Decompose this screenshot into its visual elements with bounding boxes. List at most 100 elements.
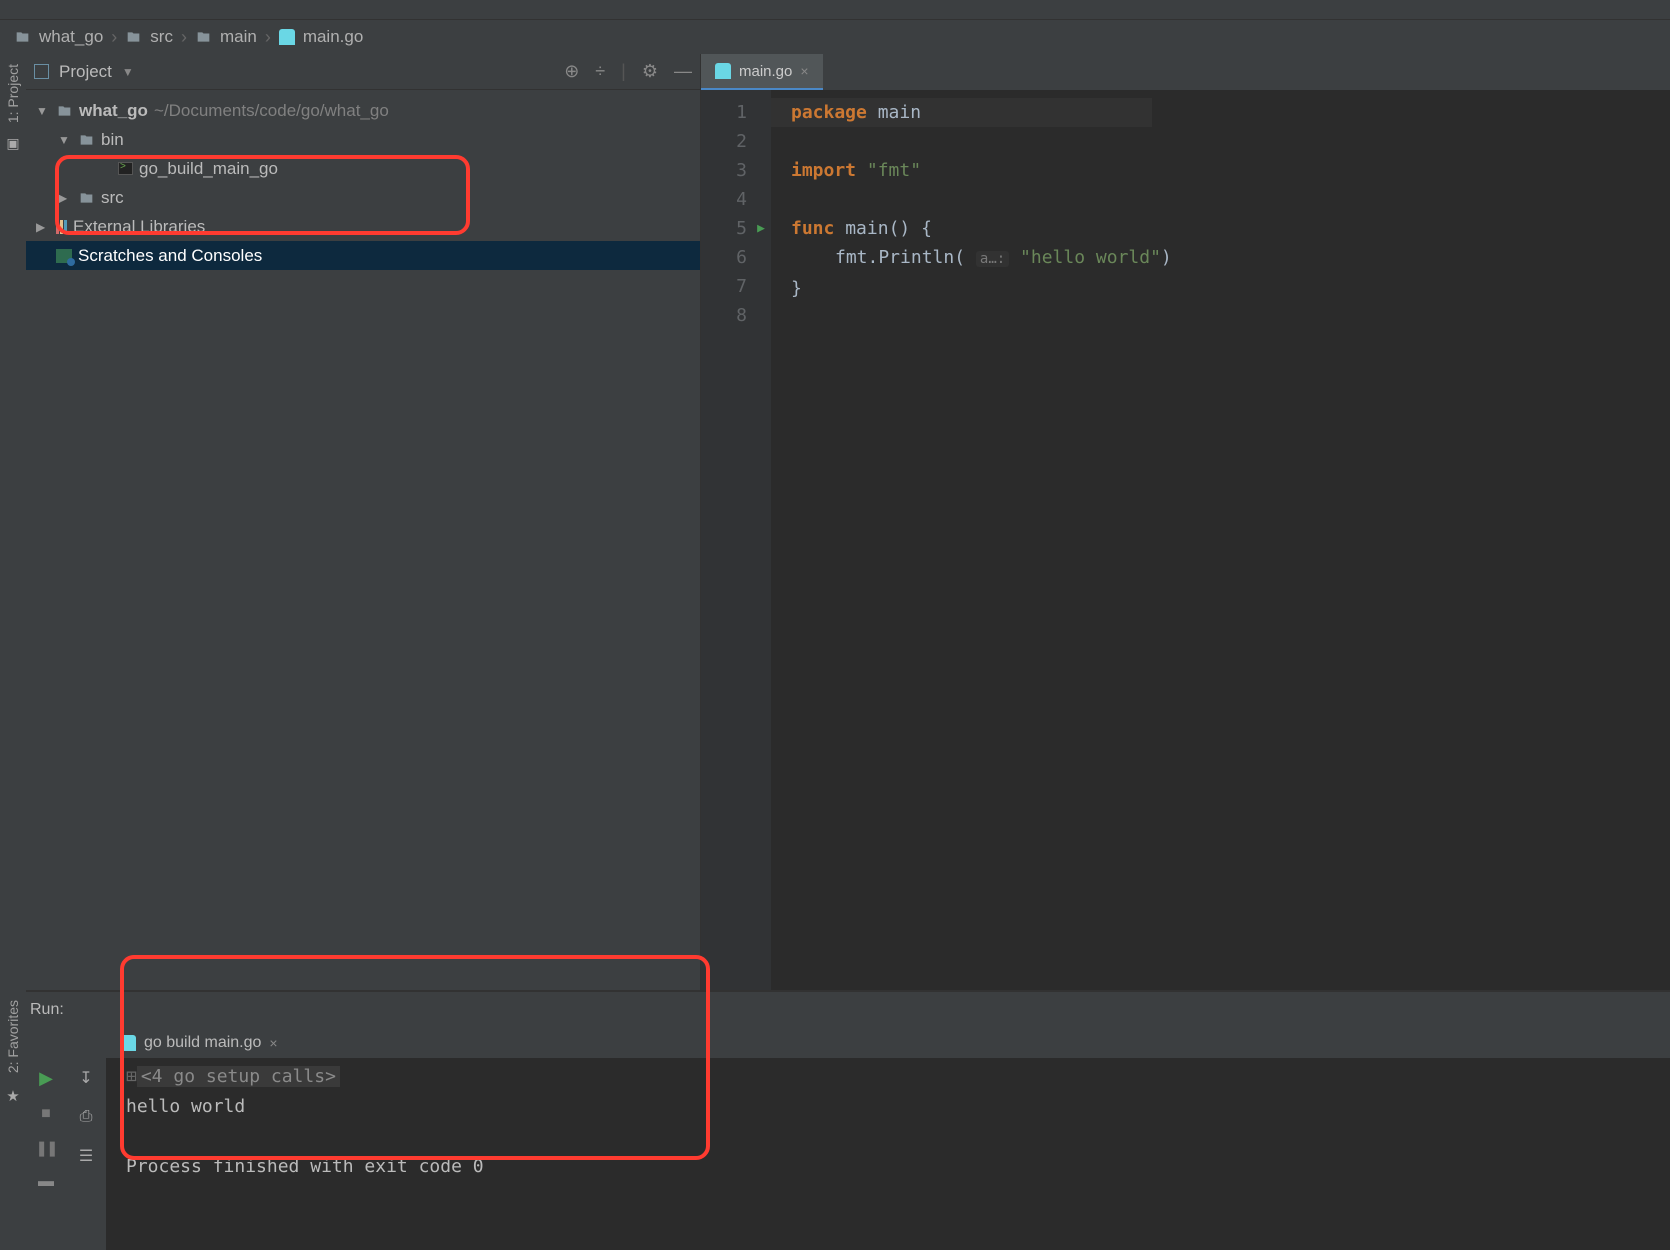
toolbar <box>0 0 1670 20</box>
line-number: 2 <box>701 127 747 156</box>
folder-icon <box>56 104 73 118</box>
run-label: Run: <box>30 1001 64 1019</box>
run-controls: ▶ ■ ❚❚ ▬ <box>26 1028 66 1250</box>
folder-icon <box>195 30 212 44</box>
src-folder-name: src <box>101 188 124 208</box>
editor-body[interactable]: 1 2 3 4 5 6 7 8 package main import "fmt… <box>701 90 1670 990</box>
project-header-title[interactable]: Project <box>59 62 112 82</box>
expand-arrow-icon[interactable]: ▶ <box>58 191 72 205</box>
run-tab[interactable]: go build main.go × <box>112 1034 286 1052</box>
project-icon <box>34 64 49 79</box>
code-area[interactable]: package main import "fmt" func main() { … <box>771 90 1172 990</box>
console-exit: Process finished with exit code 0 <box>126 1152 1670 1182</box>
rerun-icon[interactable]: ▶ <box>39 1068 53 1089</box>
chevron-icon: › <box>181 27 187 48</box>
fn-main: main <box>845 218 888 239</box>
binary-icon <box>118 162 133 175</box>
chevron-icon: › <box>111 27 117 48</box>
project-tool-button[interactable]: 1: Project <box>5 64 21 123</box>
paren: () { <box>889 218 932 239</box>
chevron-down-icon[interactable]: ▼ <box>122 65 134 79</box>
print-icon[interactable]: ☰ <box>79 1146 93 1166</box>
bin-folder-name: bin <box>101 130 124 150</box>
run-console-controls: ↧ ⎙ ☰ <box>66 1028 106 1250</box>
line-number: 3 <box>701 156 747 185</box>
project-root-path: ~/Documents/code/go/what_go <box>154 101 389 121</box>
folder-icon <box>125 30 142 44</box>
minimize-icon[interactable]: — <box>674 61 692 82</box>
tree-root[interactable]: ▼ what_go ~/Documents/code/go/what_go <box>26 96 700 125</box>
line-number-run[interactable]: 5 <box>701 214 747 243</box>
project-root-name: what_go <box>79 101 148 121</box>
expand-arrow-icon[interactable]: ▶ <box>36 220 50 234</box>
console-line: hello world <box>126 1092 1670 1122</box>
tree-bin-file[interactable]: go_build_main_go <box>26 154 700 183</box>
breadcrumb-root[interactable]: what_go <box>39 27 103 47</box>
editor-tab-label: main.go <box>739 63 792 80</box>
expand-arrow-icon[interactable]: ▼ <box>58 133 72 147</box>
fmt-println: fmt.Println( <box>835 247 965 268</box>
scroll-to-end-icon[interactable]: ↧ <box>79 1068 92 1088</box>
project-tree[interactable]: ▼ what_go ~/Documents/code/go/what_go ▼ … <box>26 90 700 276</box>
gopher-icon <box>120 1035 136 1051</box>
line-number: 6 <box>701 243 747 272</box>
left-tool-rail-bottom: 2: Favorites ★ <box>0 990 26 1250</box>
star-icon[interactable]: ★ <box>6 1087 19 1105</box>
gopher-icon <box>715 63 731 79</box>
chevron-icon: › <box>265 27 271 48</box>
project-panel-header: Project ▼ ⊕ ÷ | ⚙ — <box>26 54 700 90</box>
line-number: 7 <box>701 272 747 301</box>
project-panel: Project ▼ ⊕ ÷ | ⚙ — ▼ what_go ~/Document… <box>26 54 701 990</box>
expand-arrow-icon[interactable]: ▼ <box>36 104 50 118</box>
locate-icon[interactable]: ⊕ <box>564 61 579 82</box>
left-tool-rail: 1: Project ▣ <box>0 54 26 990</box>
tree-src-folder[interactable]: ▶ src <box>26 183 700 212</box>
stop-icon[interactable]: ■ <box>41 1105 51 1123</box>
editor: main.go × 1 2 3 4 5 6 7 8 package main i… <box>701 54 1670 990</box>
param-hint: a…: <box>976 251 1009 267</box>
kw-func: func <box>791 218 834 239</box>
str-hello: "hello world" <box>1020 247 1161 268</box>
tree-external-libraries[interactable]: ▶ External Libraries <box>26 212 700 241</box>
line-number: 4 <box>701 185 747 214</box>
str-fmt: "fmt" <box>867 160 921 181</box>
gopher-icon <box>279 29 295 45</box>
breadcrumb: what_go › src › main › main.go <box>0 20 1670 54</box>
breadcrumb-file[interactable]: main.go <box>303 27 363 47</box>
soft-wrap-icon[interactable]: ⎙ <box>80 1108 93 1126</box>
folder-icon[interactable]: ▣ <box>6 135 19 152</box>
collapse-icon[interactable]: ÷ <box>595 61 605 82</box>
editor-tab-main-go[interactable]: main.go × <box>701 54 823 90</box>
close-paren: ) <box>1161 247 1172 268</box>
setup-calls: <4 go setup calls> <box>137 1066 340 1087</box>
editor-tab-bar: main.go × <box>701 54 1670 90</box>
pause-icon[interactable]: ❚❚ <box>35 1139 56 1157</box>
folder-icon <box>14 30 31 44</box>
close-icon[interactable]: × <box>800 63 808 79</box>
console-output[interactable]: ⊞<4 go setup calls> hello world Process … <box>106 1058 1670 1250</box>
run-header: Run: <box>26 992 1670 1028</box>
gear-icon[interactable]: ⚙ <box>642 61 658 82</box>
external-libraries-label: External Libraries <box>73 217 205 237</box>
kw-import: import <box>791 160 856 181</box>
close-brace: } <box>791 278 802 299</box>
folder-icon <box>78 191 95 205</box>
breadcrumb-src[interactable]: src <box>150 27 173 47</box>
run-panel: 2: Favorites ★ Run: ▶ ■ ❚❚ ▬ ↧ ⎙ ☰ <box>0 990 1670 1250</box>
libraries-icon <box>56 220 67 234</box>
kw-package: package <box>791 102 867 123</box>
breadcrumb-main[interactable]: main <box>220 27 257 47</box>
folder-icon <box>78 133 95 147</box>
line-number: 1 <box>701 98 747 127</box>
bin-file-name: go_build_main_go <box>139 159 278 179</box>
layout-icon[interactable]: ▬ <box>38 1173 54 1191</box>
gutter: 1 2 3 4 5 6 7 8 <box>701 90 771 990</box>
scratches-icon <box>56 249 72 263</box>
close-icon[interactable]: × <box>269 1035 277 1051</box>
tree-bin-folder[interactable]: ▼ bin <box>26 125 700 154</box>
tree-scratches[interactable]: ▶ Scratches and Consoles <box>26 241 700 270</box>
ident-main: main <box>878 102 921 123</box>
scratches-label: Scratches and Consoles <box>78 246 262 266</box>
line-number: 8 <box>701 301 747 330</box>
favorites-tool-button[interactable]: 2: Favorites <box>5 1000 21 1073</box>
